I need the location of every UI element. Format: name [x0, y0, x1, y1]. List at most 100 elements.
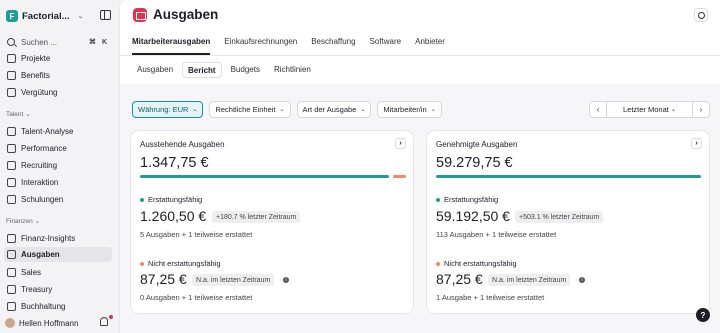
sidebar-item-finanz-insights[interactable]: Finanz-Insights	[6, 231, 113, 245]
sidebar-item-verguetung[interactable]: Vergütung	[6, 85, 113, 99]
subtab-budgets[interactable]: Budgets	[226, 62, 265, 78]
next-period-button[interactable]: ›	[693, 102, 709, 117]
training-icon	[7, 194, 16, 204]
salmon-dot	[140, 261, 144, 266]
period-label: Letzter Monat	[623, 105, 669, 114]
sidebar-item-projekte[interactable]: Projekte	[6, 51, 113, 65]
info-icon[interactable]: i	[283, 277, 289, 283]
recruiting-icon	[7, 160, 16, 170]
user-menu[interactable]: Hellen Hoffmann	[5, 315, 113, 330]
tab-einkaufsrechnungen[interactable]: Einkaufsrechnungen	[224, 35, 297, 55]
benefits-icon	[7, 70, 16, 80]
expense-type-filter-label: Art der Ausgabe	[302, 105, 357, 114]
subtab-bericht[interactable]: Bericht	[182, 62, 222, 78]
reimbursable-amount: 59.192,50 €	[436, 208, 510, 224]
tab-divider	[120, 55, 720, 56]
tab-beschaffung[interactable]: Beschaffung	[311, 35, 355, 55]
info-icon[interactable]: i	[579, 277, 585, 283]
question-icon: ?	[700, 310, 706, 320]
sidebar-item-label: Finanz-Insights	[21, 233, 76, 243]
employee-filter-label: Mitarbeiter/in	[383, 105, 427, 114]
sidebar: F Factorial... ⌄ Suchen ... ⌘ K Projekte…	[0, 0, 119, 333]
reimbursable-bar	[436, 175, 701, 178]
company-switcher[interactable]: F Factorial... ⌄	[6, 7, 114, 25]
period-dropdown[interactable]: Letzter Monat ⌄	[606, 102, 693, 117]
legal-entity-filter-label: Rechtliche Einheit	[215, 105, 276, 114]
section-finanzen[interactable]: Finanzen ⌄	[6, 217, 40, 225]
sidebar-item-label: Sales	[21, 267, 42, 277]
shortcut-k: K	[102, 38, 108, 46]
filter-bar: Währung: EUR ⌄ Rechtliche Einheit ⌄ Art de…	[132, 101, 448, 118]
tab-anbieter[interactable]: Anbieter	[415, 35, 445, 55]
expense-type-filter[interactable]: Art der Ausgabe ⌄	[296, 101, 372, 118]
help-button[interactable]: ?	[696, 308, 710, 322]
reimbursable-label-text: Erstattungsfähig	[444, 195, 499, 204]
card-total: 1.347,75 €	[140, 155, 209, 171]
gear-icon	[697, 11, 705, 19]
sidebar-item-performance[interactable]: Performance	[6, 141, 113, 155]
reimbursable-detail: 5 Ausgaben + 1 teilweise erstattet	[140, 230, 253, 239]
projects-icon	[7, 53, 16, 63]
main-tabs: Mitarbeiterausgaben Einkaufsrechnungen B…	[132, 35, 459, 55]
app: F Factorial... ⌄ Suchen ... ⌘ K Projekte…	[0, 0, 720, 333]
reimbursable-label-text: Erstattungsfähig	[148, 195, 203, 204]
sidebar-item-schulungen[interactable]: Schulungen	[6, 192, 113, 206]
company-name: Factorial...	[22, 10, 70, 22]
reimbursable-change-badge: +503.1 % letzter Zeitraum	[515, 211, 604, 223]
employee-filter[interactable]: Mitarbeiter/in ⌄	[377, 101, 442, 118]
sidebar-item-label: Vergütung	[21, 87, 58, 97]
sidebar-item-treasury[interactable]: Treasury	[6, 282, 113, 296]
non-reimbursable-change-badge: N.a. im letzten Zeitraum	[488, 274, 571, 286]
chevron-down-icon: ⌄	[360, 107, 366, 113]
sidebar-toggle-icon[interactable]	[100, 10, 111, 20]
search-icon	[7, 38, 15, 46]
chevron-right-icon: ›	[695, 140, 698, 147]
non-reimbursable-label: Nicht erstattungsfähig	[436, 259, 517, 268]
previous-period-button[interactable]: ‹	[590, 102, 606, 117]
salmon-dot	[436, 261, 440, 266]
reimbursable-bar	[140, 175, 389, 178]
reimbursable-detail: 113 Ausgaben + 1 teilweise erstattet	[436, 230, 557, 239]
search-input[interactable]: Suchen ... ⌘ K	[5, 35, 112, 49]
subtab-ausgaben[interactable]: Ausgaben	[132, 62, 178, 78]
non-reimbursable-label-text: Nicht erstattungsfähig	[444, 259, 517, 268]
sidebar-item-label: Recruiting	[21, 160, 58, 170]
currency-filter[interactable]: Währung: EUR ⌄	[132, 101, 204, 118]
sidebar-item-interaktion[interactable]: Interaktion	[6, 175, 113, 189]
chevron-left-icon: ‹	[596, 105, 600, 114]
treasury-icon	[7, 284, 16, 294]
factorial-logo: F	[6, 10, 18, 22]
sidebar-item-buchhaltung[interactable]: Buchhaltung	[6, 299, 113, 313]
bell-icon[interactable]	[100, 317, 108, 326]
sidebar-item-label: Ausgaben	[21, 250, 60, 259]
approved-expenses-card: Genehmigte Ausgaben › 59.279,75 € Erstat…	[426, 130, 710, 314]
reimbursable-label: Erstattungsfähig	[436, 195, 498, 204]
sidebar-item-benefits[interactable]: Benefits	[6, 68, 113, 82]
reimbursable-label: Erstattungsfähig	[140, 195, 202, 204]
chevron-down-icon: ⌄	[77, 13, 84, 20]
sidebar-item-sales[interactable]: Sales	[6, 265, 113, 279]
sub-tabs: Ausgaben Bericht Budgets Richtlinien	[132, 62, 320, 78]
analytics-icon	[7, 126, 16, 136]
search-placeholder: Suchen ...	[21, 37, 58, 47]
card-open-button[interactable]: ›	[395, 138, 406, 149]
sidebar-item-recruiting[interactable]: Recruiting	[6, 158, 113, 172]
sidebar-item-talent-analyse[interactable]: Talent-Analyse	[6, 124, 113, 138]
sidebar-item-ausgaben[interactable]: Ausgaben	[4, 247, 112, 262]
tab-mitarbeiterausgaben[interactable]: Mitarbeiterausgaben	[132, 35, 211, 55]
settings-button[interactable]	[694, 8, 708, 22]
avatar	[5, 318, 15, 328]
legal-entity-filter[interactable]: Rechtliche Einheit ⌄	[209, 101, 291, 118]
teal-dot	[436, 197, 440, 202]
section-talent[interactable]: Talent ⌄	[6, 110, 31, 118]
non-reimbursable-amount: 87,25 €	[140, 271, 187, 287]
reimbursable-amount: 1.260,50 €	[140, 208, 207, 224]
tab-software[interactable]: Software	[370, 35, 402, 55]
notification-dot	[109, 315, 113, 319]
subtab-richtlinien[interactable]: Richtlinien	[269, 62, 316, 78]
card-title: Genehmigte Ausgaben	[436, 140, 518, 149]
chevron-down-icon: ⌄	[430, 107, 436, 113]
chevron-down-icon: ⌄	[34, 218, 41, 225]
card-open-button[interactable]: ›	[691, 138, 702, 149]
currency-filter-label: Währung: EUR	[138, 105, 189, 114]
